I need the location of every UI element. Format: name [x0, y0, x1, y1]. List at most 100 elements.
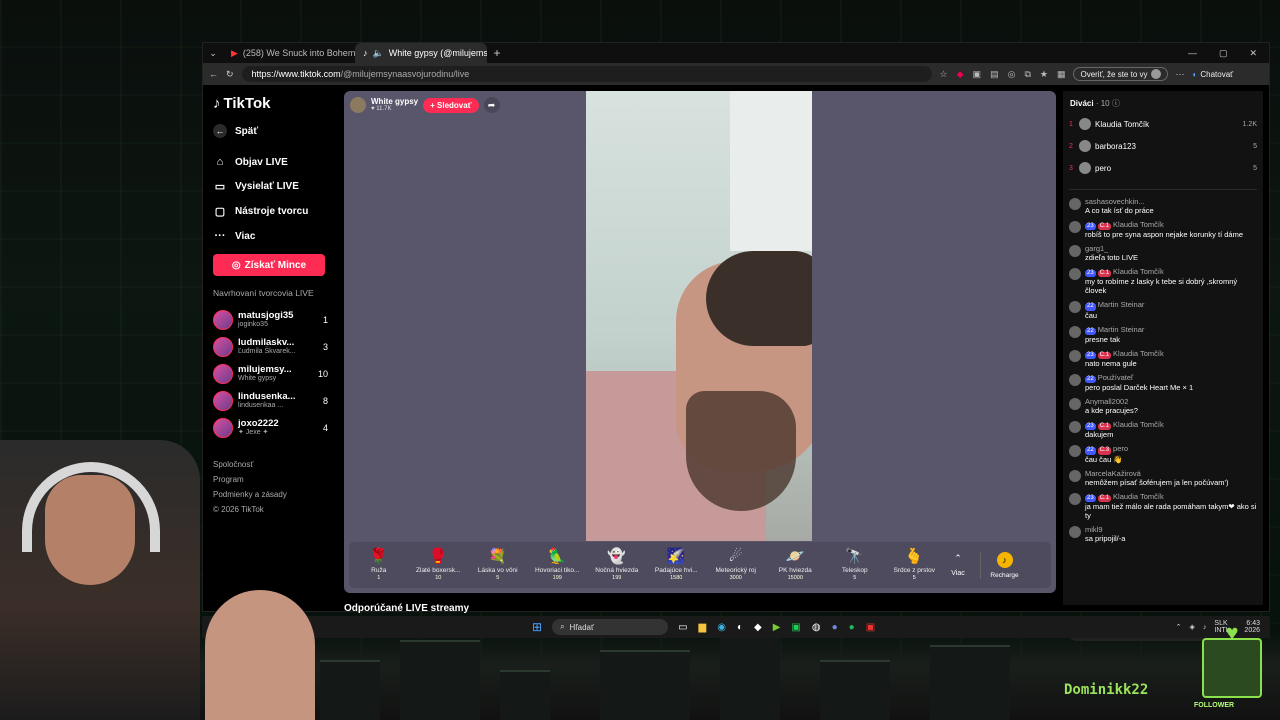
steam-icon[interactable]: ◐ — [737, 622, 743, 633]
footer-link[interactable]: Program — [213, 472, 328, 487]
chat-username[interactable]: pero — [1113, 444, 1128, 453]
task-view-icon[interactable]: ▭ — [678, 622, 687, 633]
chat-username[interactable]: garg1_ — [1085, 244, 1108, 253]
avatar[interactable] — [1069, 221, 1081, 233]
url-field[interactable]: https://www.tiktok.com/@milujemsynaasvoj… — [241, 66, 932, 82]
tab-list-icon[interactable]: ⌄ — [203, 48, 223, 59]
extension-icon[interactable]: ▣ — [973, 69, 982, 80]
gift-item[interactable]: 🔭 Teleskop 5 — [825, 549, 885, 581]
chat-username[interactable]: Martin Steinar — [1098, 325, 1145, 334]
creator-item[interactable]: matusjogi35 joginko35 1 — [213, 306, 328, 333]
chat-username[interactable]: mikl9 — [1085, 525, 1103, 534]
recharge-button[interactable]: ♪ Recharge — [980, 551, 1026, 579]
play-icon[interactable]: ▶ — [773, 622, 781, 633]
avatar[interactable] — [1069, 198, 1081, 210]
speaker-icon[interactable]: 🔈 — [373, 48, 384, 59]
app-icon[interactable]: ▣ — [866, 622, 875, 633]
nav-nastroje-tvorcu[interactable]: ▢ Nástroje tvorcu — [213, 205, 328, 218]
edge-icon[interactable]: ◉ — [717, 622, 726, 633]
more-gifts-button[interactable]: ⌃ Viac — [944, 553, 972, 577]
chat-username[interactable]: Klaudia Tomčík — [1113, 420, 1164, 429]
chat-username[interactable]: Martin Steinar — [1098, 300, 1145, 309]
avatar[interactable] — [1069, 421, 1081, 434]
gift-item[interactable]: ☄ Meteorický roj 3000 — [706, 549, 766, 581]
avatar[interactable] — [1069, 325, 1081, 338]
folder-icon[interactable]: ▆ — [699, 622, 707, 633]
avatar[interactable] — [1069, 301, 1081, 314]
chat-username[interactable]: Klaudia Tomčík — [1113, 492, 1164, 501]
chat-username[interactable]: Klaudia Tomčík — [1113, 267, 1164, 276]
taskbar-search[interactable]: ⌕ Hľadať — [552, 619, 669, 635]
avatar[interactable] — [1069, 469, 1081, 482]
extension-icon[interactable]: ▤ — [990, 69, 999, 80]
creator-item[interactable]: ludmilaskv... Ľudmila Škvarek... 3 — [213, 333, 328, 360]
app-icon[interactable]: ◆ — [754, 622, 762, 633]
chat-username[interactable]: Klaudia Tomčík — [1113, 349, 1164, 358]
tab-youtube[interactable]: ▶ (258) We Snuck into Bohemian G... ✕ — [223, 43, 355, 63]
tab-tiktok[interactable]: ♪ 🔈 White gypsy (@milujemsynaa... ✕ — [355, 43, 487, 63]
app-icon[interactable]: ▣ — [791, 622, 800, 633]
back-button[interactable]: ← Späť — [213, 124, 328, 138]
chat-username[interactable]: Anymall2002 — [1085, 397, 1128, 406]
avatar[interactable] — [1069, 398, 1081, 411]
gift-item[interactable]: 🪐 PK hviezda 15000 — [766, 549, 826, 581]
gift-item[interactable]: 🌠 Padajúce hvi... 1580 — [647, 549, 707, 581]
new-tab-icon[interactable]: + — [487, 46, 507, 60]
extension-icon[interactable]: ◎ — [1008, 69, 1016, 80]
host-name[interactable]: White gypsy — [371, 98, 418, 106]
split-icon[interactable]: ⧉ — [1024, 69, 1030, 80]
app-icon[interactable]: ◍ — [812, 622, 821, 633]
close-window-icon[interactable]: ✕ — [1249, 48, 1257, 59]
back-arrow-icon[interactable]: ← — [209, 69, 218, 79]
spotify-icon[interactable]: ● — [849, 622, 855, 633]
tiktok-logo[interactable]: ♪ TikTok — [213, 95, 328, 112]
share-icon[interactable]: ➦ — [483, 97, 500, 113]
collections-icon[interactable]: ▦ — [1057, 69, 1066, 80]
chat-username[interactable]: Používateľ — [1098, 373, 1134, 382]
footer-link[interactable]: Podmienky a zásady — [213, 487, 328, 502]
discord-icon[interactable]: ● — [832, 622, 838, 633]
avatar[interactable] — [1069, 492, 1081, 505]
chat-username[interactable]: MarcelaKažirová — [1085, 469, 1141, 478]
get-coins-button[interactable]: ◎ Získať Mince — [213, 254, 325, 276]
maximize-icon[interactable]: ▢ — [1219, 48, 1228, 59]
creator-item[interactable]: lindusenka... lindusenkaa ... 8 — [213, 387, 328, 414]
viewer-row[interactable]: 3 pero 5 — [1063, 157, 1263, 179]
minimize-icon[interactable]: — — [1188, 48, 1197, 59]
windows-start-icon[interactable]: ⊞ — [532, 620, 542, 634]
chat-username[interactable]: sashasovechkin... — [1085, 197, 1145, 206]
avatar[interactable] — [1069, 268, 1081, 281]
avatar[interactable] — [1069, 245, 1081, 258]
live-video[interactable] — [586, 91, 812, 541]
gift-item[interactable]: 💐 Láska vo vôni 5 — [468, 549, 528, 581]
nav-objav-live[interactable]: ⌂ Objav LIVE — [213, 156, 328, 168]
nav-viac[interactable]: ··· Viac — [213, 230, 328, 242]
creator-item[interactable]: milujemsy... White gypsy 10 — [213, 360, 328, 387]
favorites-icon[interactable]: ★ — [1040, 69, 1048, 80]
extension-icon[interactable]: ◆ — [957, 69, 964, 80]
gift-item[interactable]: 🥊 Zlaté boxersk... 10 — [409, 549, 469, 581]
avatar[interactable] — [350, 97, 366, 113]
avatar[interactable] — [1069, 349, 1081, 362]
follow-button[interactable]: + Sledovať — [423, 97, 479, 113]
gift-item[interactable]: 🌹 Ruža 1 — [349, 549, 409, 581]
viewer-row[interactable]: 1 Klaudia Tomčík 1.2K — [1063, 113, 1263, 135]
avatar[interactable] — [1069, 445, 1081, 458]
avatar[interactable] — [1069, 373, 1081, 386]
star-icon[interactable]: ☆ — [940, 69, 948, 80]
nav-vysielat-live[interactable]: ▭ Vysielať LIVE — [213, 180, 328, 193]
more-icon[interactable]: ⋯ — [1176, 69, 1185, 80]
gift-item[interactable]: 👻 Nočná hviezda 199 — [587, 549, 647, 581]
gift-item[interactable]: 🫰 Srdce z prstov 5 — [885, 549, 945, 581]
info-icon[interactable]: ⓘ — [1112, 99, 1120, 108]
creator-item[interactable]: joxo2222 ✦ Jexe ✦ 4 — [213, 414, 328, 441]
chevron-up-icon[interactable]: ⌃ — [1176, 623, 1182, 631]
avatar[interactable] — [1069, 525, 1081, 538]
chat-username[interactable]: Klaudia Tomčík — [1113, 220, 1164, 229]
viewer-row[interactable]: 2 barbora123 5 — [1063, 135, 1263, 157]
gift-item[interactable]: 🦜 Hovoriaci tiko... 199 — [528, 549, 588, 581]
verify-button[interactable]: Overiť, že ste to vy — [1073, 67, 1168, 81]
refresh-icon[interactable]: ↻ — [226, 69, 234, 80]
copilot-button[interactable]: ◐ Chatovať — [1193, 70, 1234, 79]
footer-link[interactable]: Spoločnosť — [213, 457, 328, 472]
